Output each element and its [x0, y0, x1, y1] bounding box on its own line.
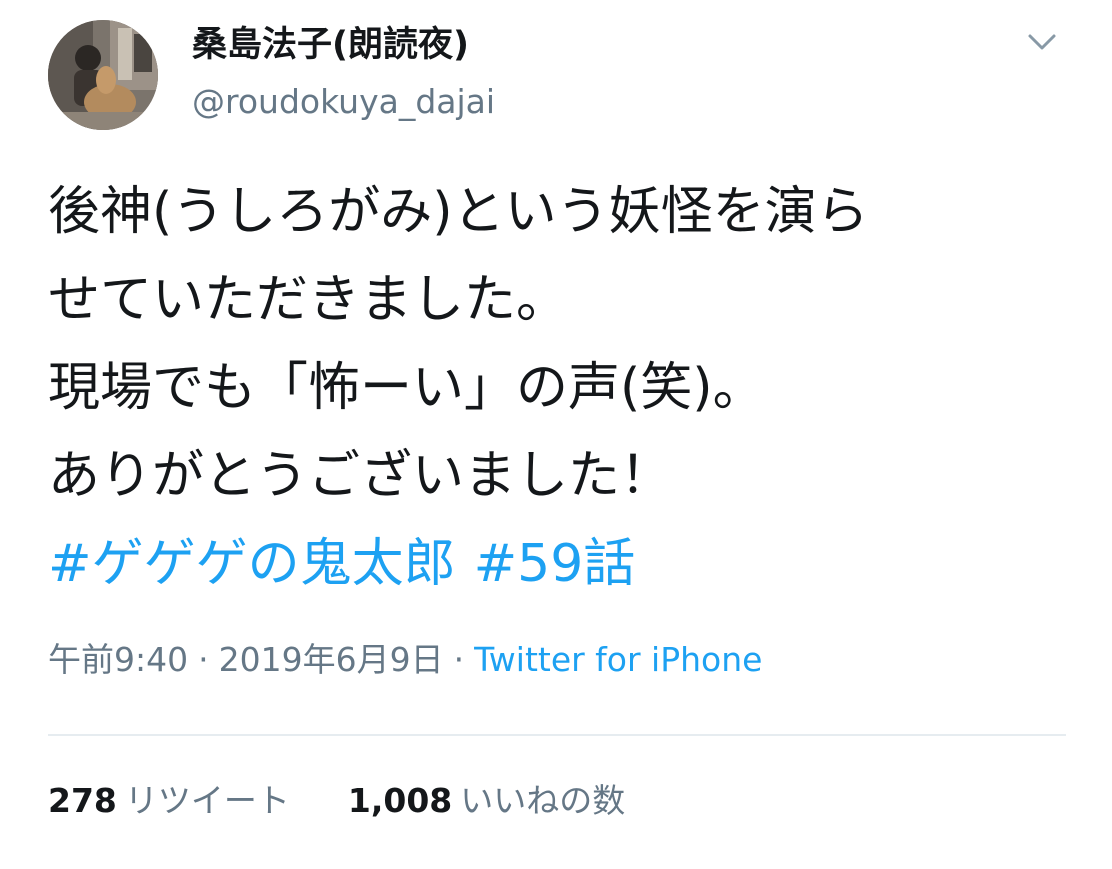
tweet-source-link[interactable]: Twitter for iPhone — [474, 640, 762, 679]
separator-dot: · — [453, 640, 465, 679]
retweets-stat[interactable]: 278 リツイート — [48, 781, 290, 820]
likes-stat[interactable]: 1,008 いいねの数 — [348, 781, 625, 820]
tweet-time[interactable]: 午前9:40 — [48, 640, 188, 679]
hashtag-link[interactable]: #59話 — [474, 534, 636, 594]
tweet-text-line: 後神(うしろがみ)という妖怪を演ら — [48, 182, 869, 242]
tweet-text-line: 現場でも「怖ーい」の声(笑)。 — [48, 358, 765, 418]
retweets-count: 278 — [48, 781, 117, 820]
tweet-metadata: 午前9:40 · 2019年6月9日 · Twitter for iPhone — [48, 638, 762, 682]
hashtag-link[interactable]: #ゲゲゲの鬼太郎 — [48, 534, 456, 594]
tweet-date[interactable]: 2019年6月9日 — [219, 640, 444, 679]
tweet-detail: 桑島法子(朗読夜) @roudokuya_dajai 後神(うしろがみ)という妖… — [0, 0, 1112, 869]
likes-count: 1,008 — [347, 781, 453, 820]
tweet-text-line: ありがとうございました！ — [48, 446, 673, 506]
tweet-menu-button[interactable] — [1018, 22, 1066, 62]
likes-label: いいねの数 — [460, 781, 626, 820]
tweet-stats: 278 リツイート 1,008 いいねの数 — [48, 778, 625, 824]
avatar-photo — [48, 20, 158, 130]
tweet-text: 後神(うしろがみ)という妖怪を演ら せていただきました。 現場でも「怖ーい」の声… — [48, 168, 1088, 608]
hashtag-list: #ゲゲゲの鬼太郎 #59話 — [48, 520, 1088, 608]
display-name[interactable]: 桑島法子(朗読夜) — [192, 22, 469, 68]
chevron-down-icon — [1028, 34, 1056, 50]
separator-dot: · — [198, 640, 209, 679]
avatar[interactable] — [48, 20, 158, 130]
divider — [48, 734, 1066, 736]
retweets-label: リツイート — [124, 781, 290, 820]
tweet-text-line: せていただきました。 — [48, 270, 569, 330]
username-handle[interactable]: @roudokuya_dajai — [192, 80, 495, 124]
